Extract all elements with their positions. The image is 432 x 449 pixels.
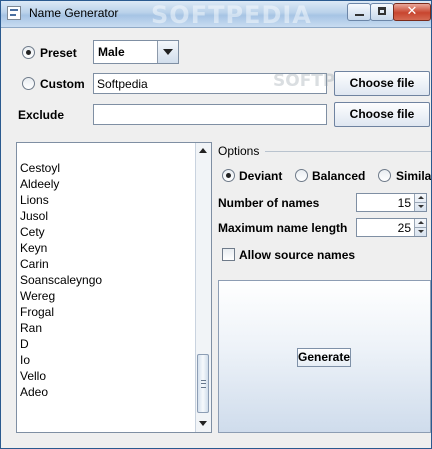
grip-icon — [201, 380, 206, 388]
watermark-logo: SOFTP — [273, 71, 336, 91]
watermark-text: SOFTPEDIA — [151, 1, 312, 29]
custom-label: Custom — [40, 77, 85, 91]
chevron-down-icon[interactable] — [157, 41, 178, 63]
mode-radio-similar[interactable] — [378, 169, 391, 182]
scroll-down-icon[interactable] — [196, 416, 211, 432]
list-scrollbar[interactable] — [195, 143, 211, 432]
list-item[interactable]: Adeo — [20, 385, 48, 399]
scrollbar-thumb[interactable] — [197, 354, 209, 413]
generate-button[interactable]: Generate — [297, 348, 351, 367]
allow-source-names-checkbox[interactable] — [222, 248, 235, 261]
custom-radio[interactable] — [22, 77, 35, 90]
list-item[interactable]: Io — [20, 353, 30, 367]
number-of-names-spinner[interactable]: 15 — [356, 193, 427, 212]
list-item[interactable]: Cety — [20, 225, 45, 239]
scroll-up-icon[interactable] — [196, 143, 211, 159]
minimize-button[interactable] — [347, 3, 371, 21]
number-of-names-value: 15 — [397, 196, 411, 210]
app-icon — [7, 6, 21, 20]
close-icon: ✕ — [406, 4, 418, 19]
list-item[interactable]: D — [20, 337, 29, 351]
list-item[interactable]: Aldeely — [20, 177, 59, 191]
generated-names-list[interactable]: Cestoyl Aldeely Lions Jusol Cety Keyn Ca… — [16, 142, 212, 433]
spinner-up-icon[interactable] — [415, 219, 426, 228]
exclude-label: Exclude — [18, 108, 65, 122]
maximize-icon — [378, 7, 386, 15]
spinner-arrows[interactable] — [414, 194, 426, 211]
list-item[interactable]: Lions — [20, 193, 49, 207]
spinner-up-icon[interactable] — [415, 194, 426, 203]
max-name-length-spinner[interactable]: 25 — [356, 218, 427, 237]
minimize-icon — [355, 14, 364, 16]
max-name-length-label: Maximum name length — [218, 221, 348, 235]
options-separator — [265, 151, 431, 152]
custom-field-value: Softpedia — [97, 77, 148, 91]
window-title: Name Generator — [29, 6, 119, 20]
spinner-down-icon[interactable] — [415, 203, 426, 211]
preset-label: Preset — [40, 46, 77, 60]
number-of-names-label: Number of names — [218, 196, 320, 210]
mode-radio-balanced[interactable] — [295, 169, 308, 182]
list-item[interactable]: Vello — [20, 369, 46, 383]
list-item[interactable]: Frogal — [20, 305, 54, 319]
preset-radio[interactable] — [22, 46, 35, 59]
name-generator-window: Name Generator SOFTPEDIA ✕ Preset Male C… — [0, 0, 432, 449]
custom-choose-file-button[interactable]: Choose file — [334, 71, 430, 96]
list-item[interactable]: Wereg — [20, 289, 55, 303]
generate-panel: Generate — [218, 280, 431, 433]
mode-label-deviant: Deviant — [239, 169, 283, 183]
preset-select[interactable]: Male — [93, 40, 179, 64]
title-bar[interactable]: Name Generator SOFTPEDIA ✕ — [1, 1, 431, 29]
spinner-arrows[interactable] — [414, 219, 426, 236]
mode-label-balanced: Balanced — [312, 169, 366, 183]
list-item[interactable]: Jusol — [20, 209, 48, 223]
maximize-button[interactable] — [370, 3, 394, 21]
exclude-choose-file-button[interactable]: Choose file — [334, 102, 430, 127]
mode-radio-deviant[interactable] — [222, 169, 235, 182]
exclude-field[interactable] — [93, 104, 327, 125]
allow-source-names-label: Allow source names — [239, 248, 356, 262]
preset-select-value: Male — [98, 45, 125, 59]
max-name-length-value: 25 — [397, 221, 411, 235]
list-item[interactable]: Keyn — [20, 241, 47, 255]
mode-label-similar: Simila — [396, 169, 432, 183]
list-item[interactable]: Soanscaleyngo — [20, 273, 102, 287]
options-title: Options — [218, 144, 260, 158]
list-item[interactable]: Cestoyl — [20, 161, 60, 175]
close-button[interactable]: ✕ — [393, 3, 431, 21]
list-item[interactable]: Ran — [20, 321, 42, 335]
spinner-down-icon[interactable] — [415, 228, 426, 236]
list-item[interactable]: Carin — [20, 257, 49, 271]
